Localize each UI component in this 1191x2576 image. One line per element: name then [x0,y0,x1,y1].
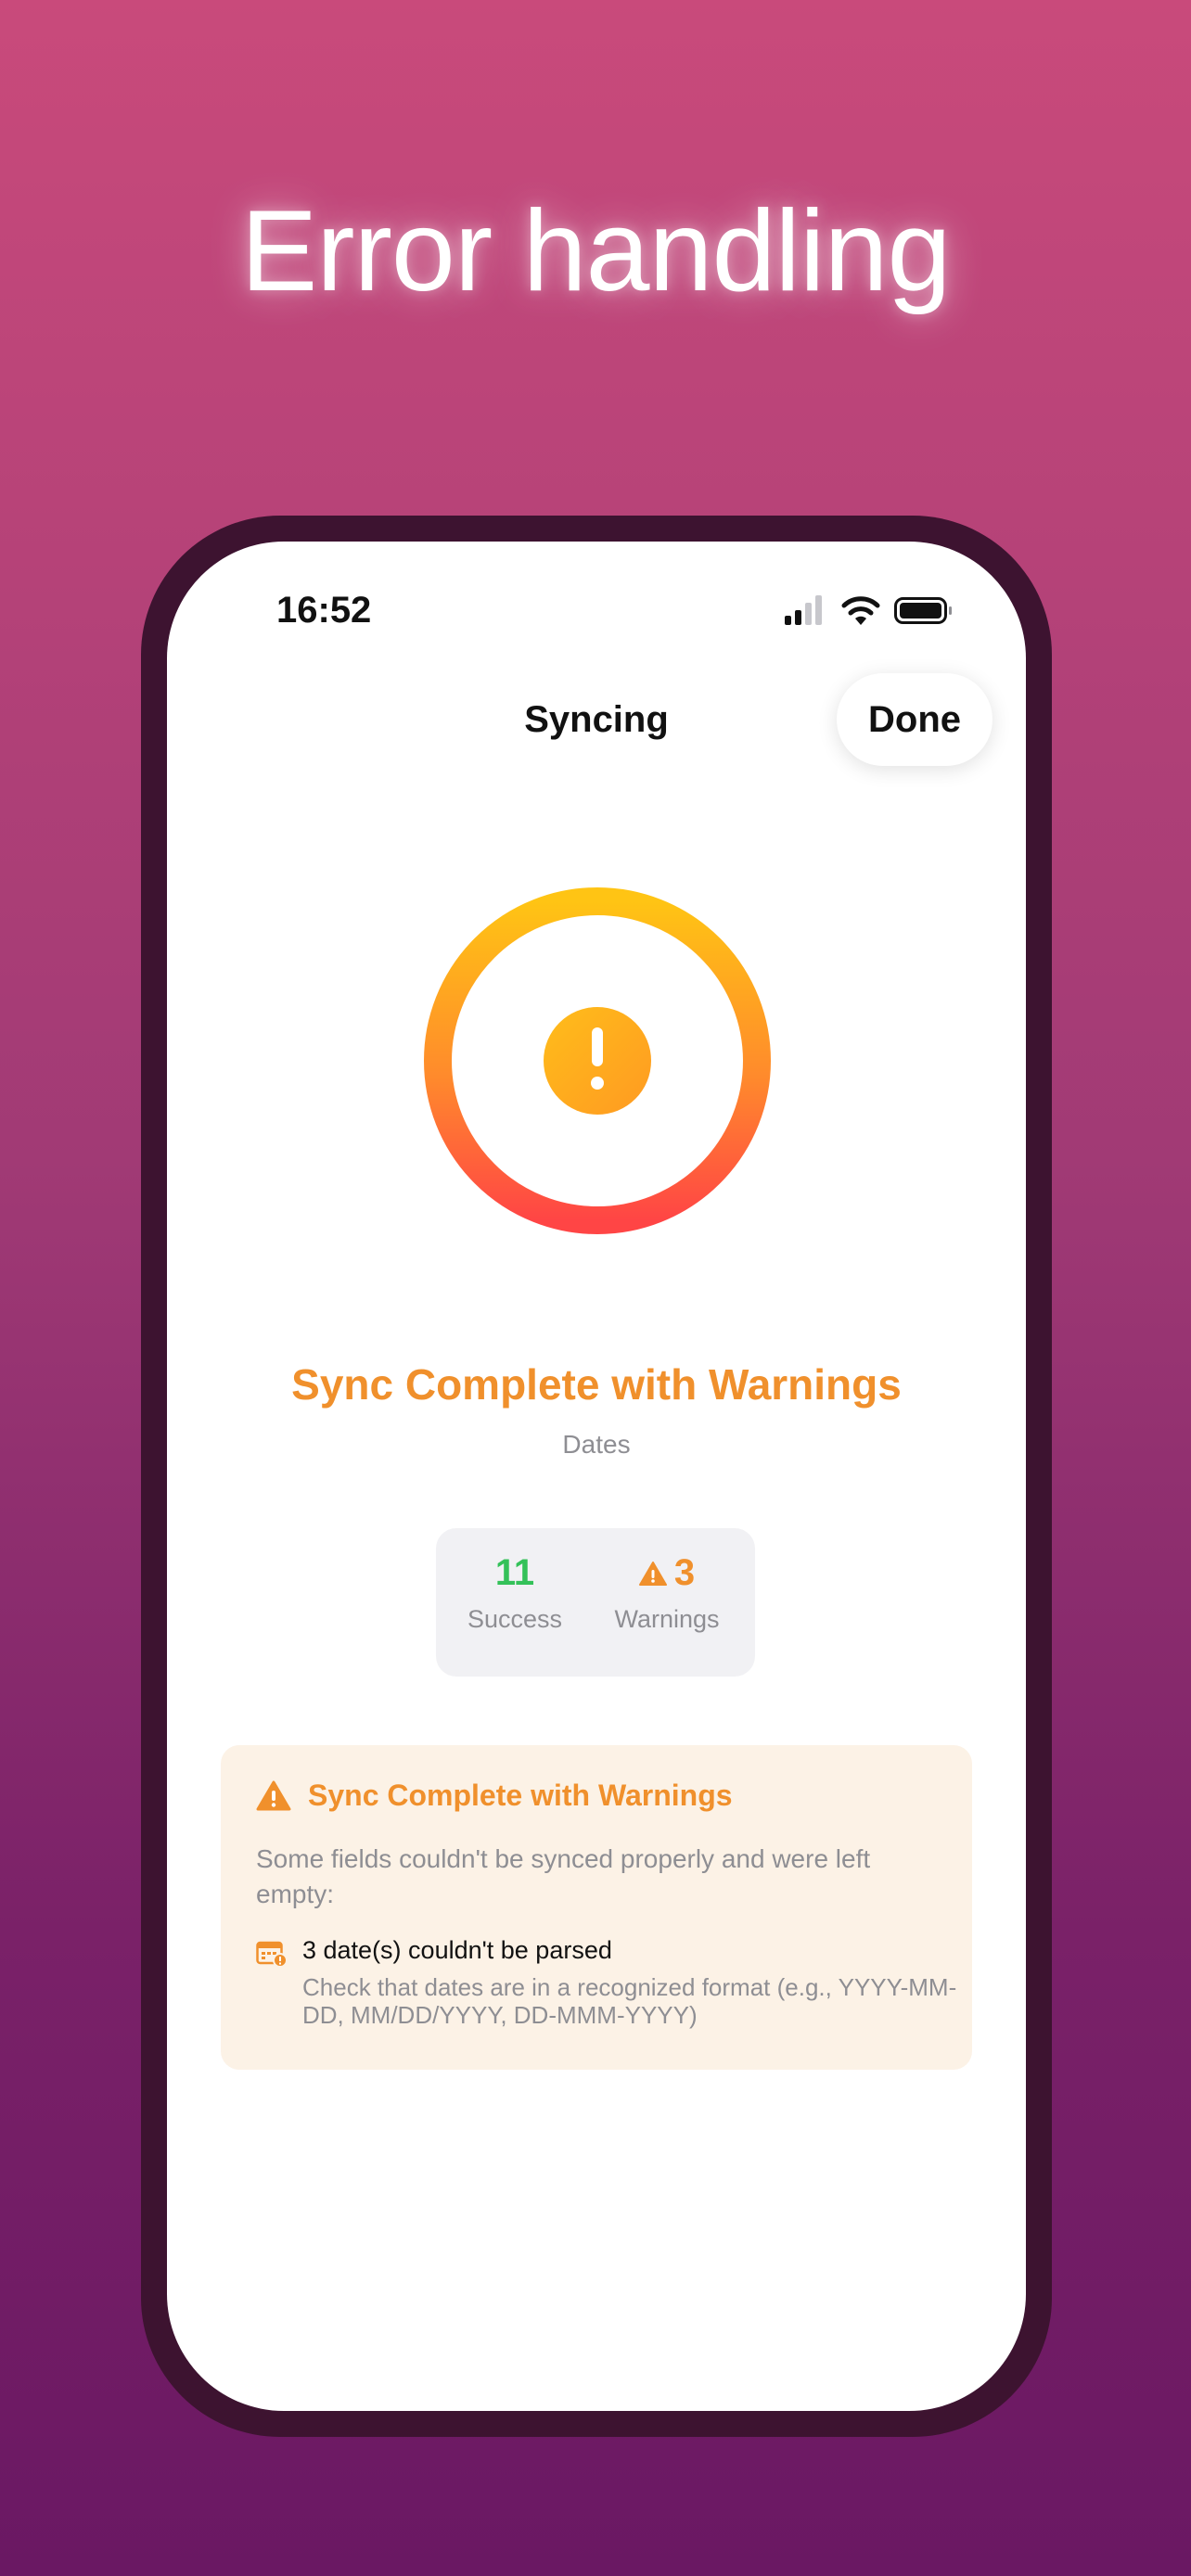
status-icons [785,595,952,625]
warning-card-title: Sync Complete with Warnings [308,1779,733,1812]
done-button[interactable]: Done [837,673,992,766]
stat-warnings: 3 Warnings [597,1552,736,1634]
warning-item-description: Check that dates are in a recognized for… [302,1973,957,2029]
headline: Error handling [240,187,952,315]
warnings-count: 3 [673,1552,696,1593]
status-title: Sync Complete with Warnings [291,1360,902,1409]
warning-icon [256,1780,291,1810]
stat-success: 11 Success [445,1552,584,1634]
warning-icon [638,1561,667,1586]
signal-icon [785,595,822,625]
phone-screen: 16:52 Syncing Done Sync Complete with Wa… [167,542,1026,2411]
calendar-warning-icon [256,1941,288,1968]
warning-item-title: 3 date(s) couldn't be parsed [302,1936,612,1964]
success-label: Success [467,1605,563,1633]
status-time: 16:52 [276,590,372,631]
warning-card: Sync Complete with Warnings Some fields … [221,1745,972,2070]
success-count: 11 [494,1552,535,1593]
exclamation-icon [544,1007,651,1115]
warning-card-body: Some fields couldn't be synced properly … [256,1844,871,1908]
wifi-icon [841,596,880,625]
warnings-label: Warnings [614,1605,720,1633]
battery-icon [894,597,952,624]
progress-ring [424,887,771,1234]
status-subtitle: Dates [562,1430,631,1459]
stats-card: 11 Success 3 Warnings [436,1528,755,1677]
